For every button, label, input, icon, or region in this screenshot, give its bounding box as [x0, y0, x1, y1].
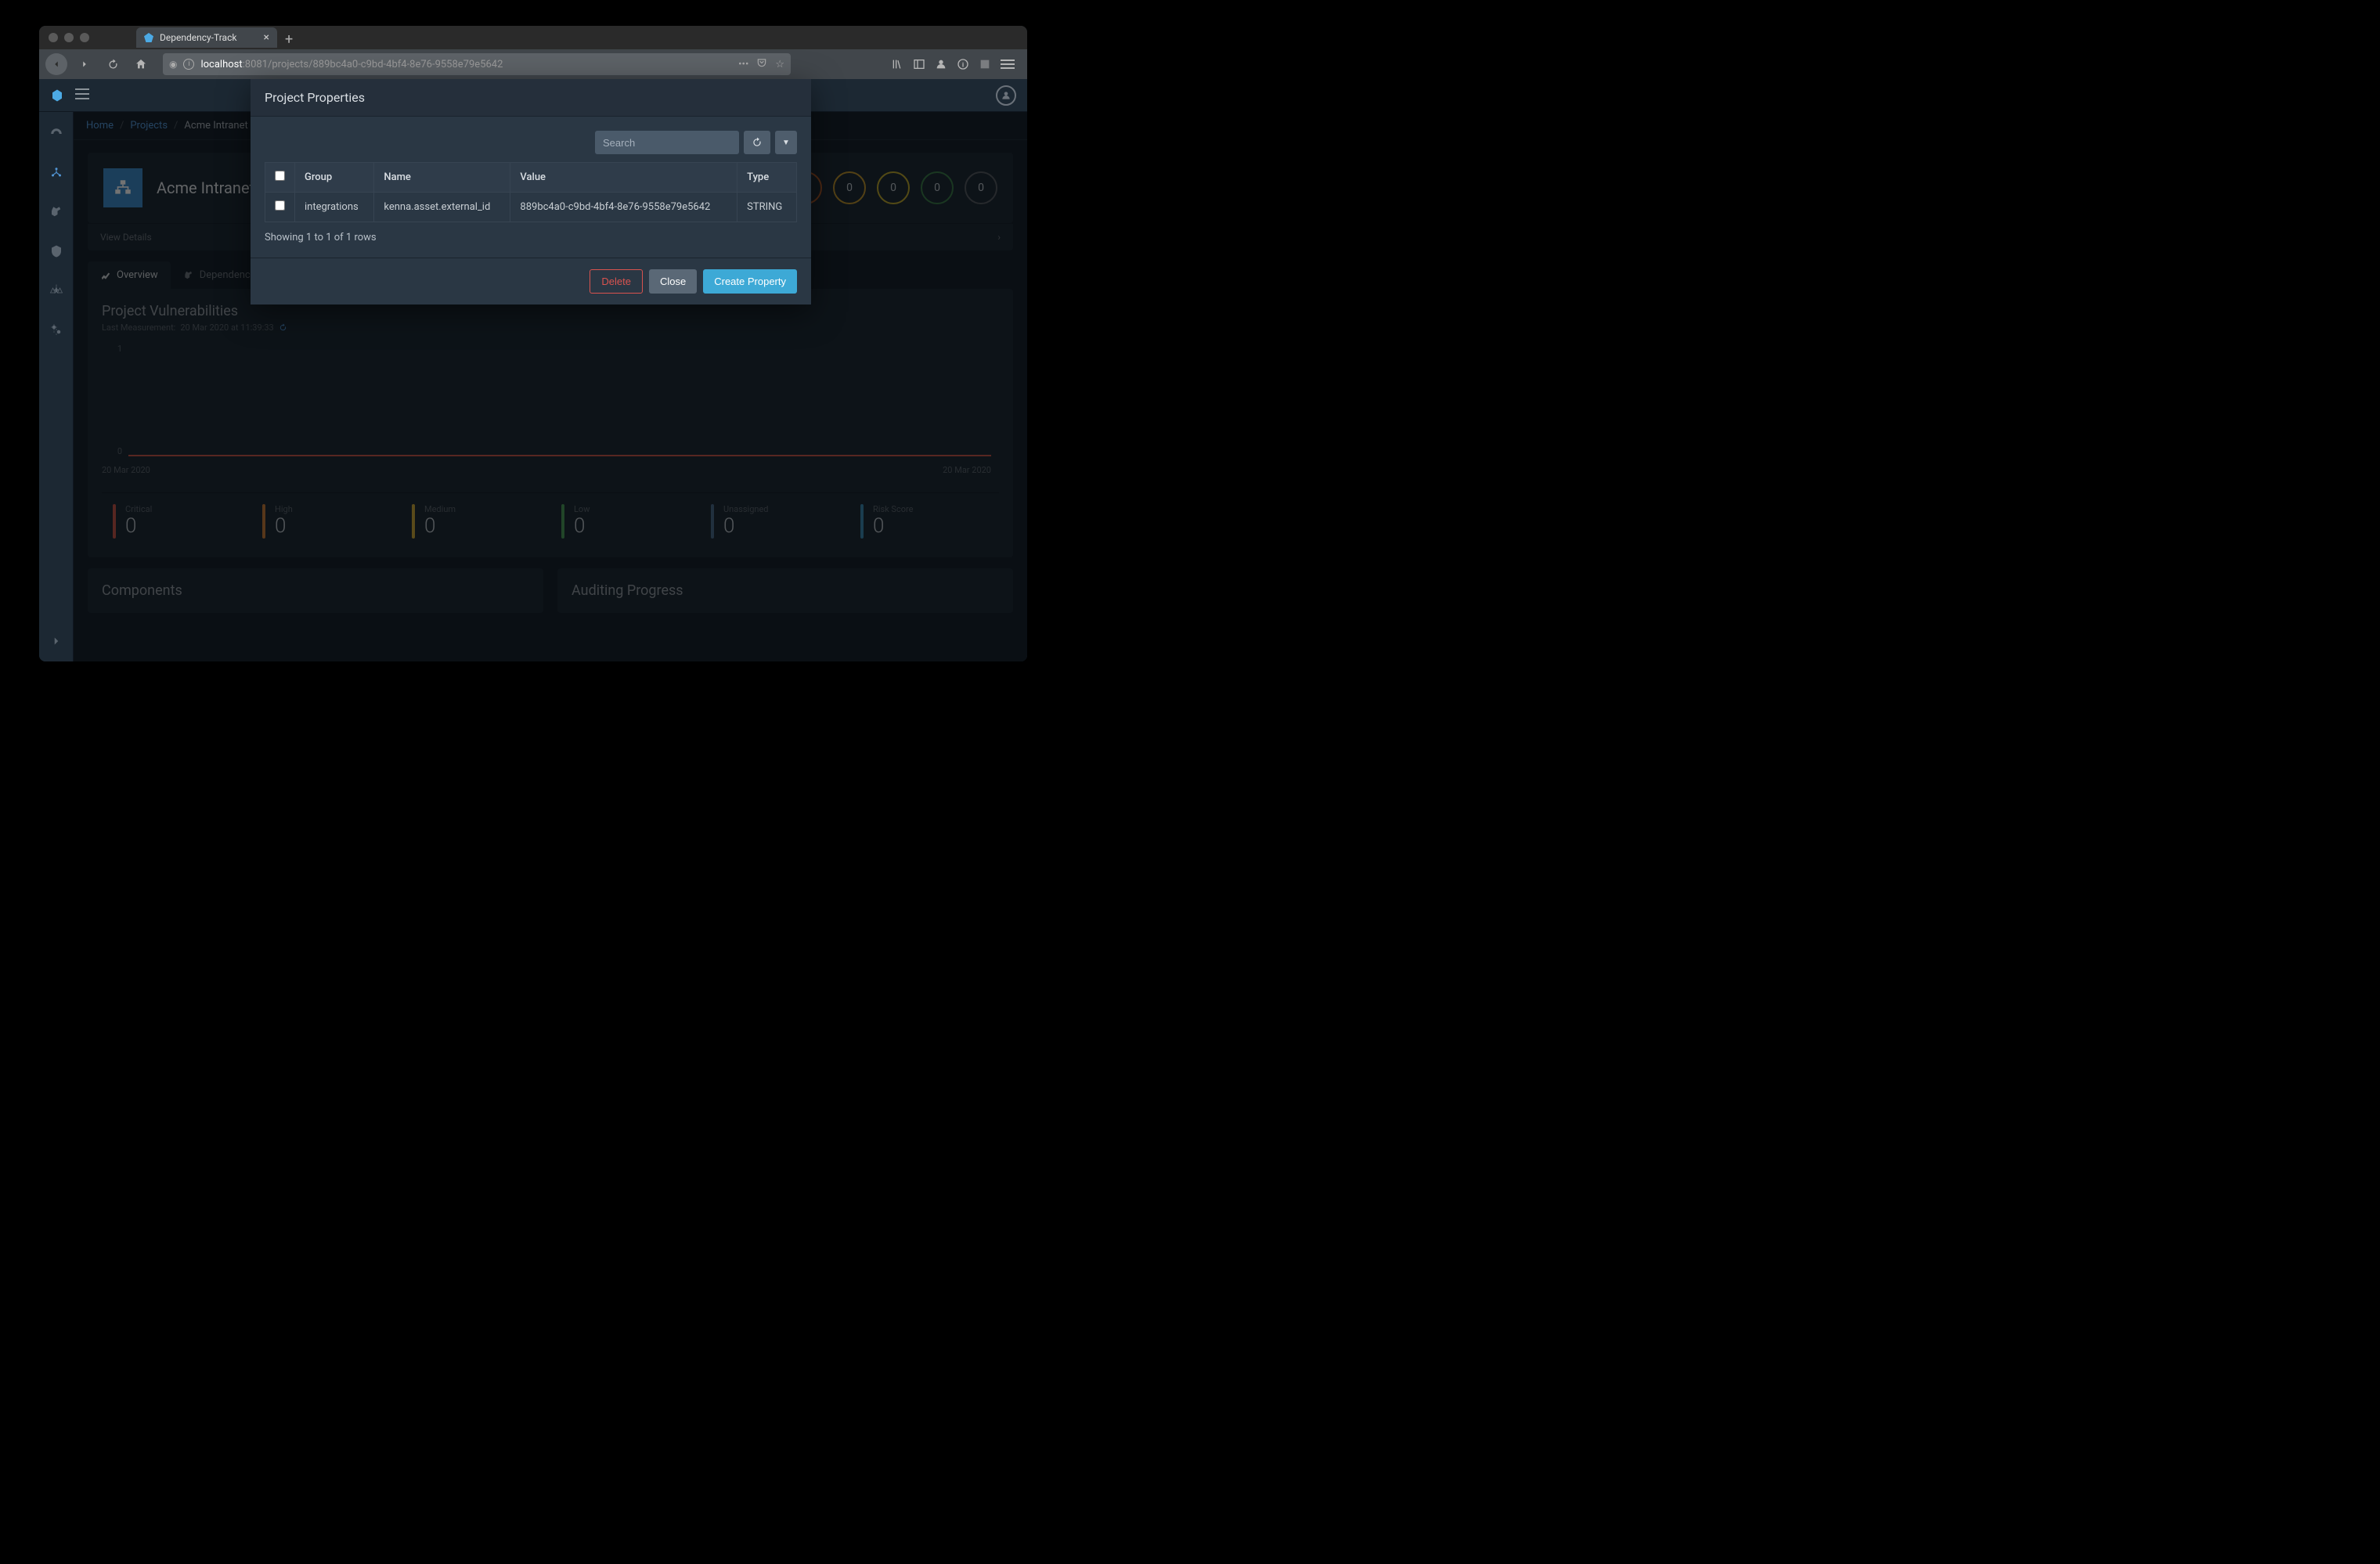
row-checkbox[interactable]	[275, 200, 285, 211]
app-menu-button[interactable]	[1001, 59, 1015, 69]
column-value[interactable]: Value	[510, 163, 737, 193]
column-type[interactable]: Type	[737, 163, 797, 193]
column-group[interactable]: Group	[295, 163, 374, 193]
nav-back-button[interactable]	[45, 53, 67, 75]
library-icon[interactable]	[891, 58, 903, 70]
table-row[interactable]: integrations kenna.asset.external_id 889…	[265, 193, 797, 222]
info-icon[interactable]: i	[957, 58, 969, 70]
tracking-shield-icon[interactable]: ◉	[169, 59, 177, 70]
nav-reload-button[interactable]	[102, 53, 124, 75]
sidebar-item-components[interactable]	[44, 200, 69, 225]
sidebar-item-projects[interactable]	[44, 160, 69, 186]
traffic-minimize[interactable]	[64, 33, 74, 42]
extension-icon[interactable]	[979, 58, 991, 70]
sidebar-item-vulnerabilities[interactable]	[44, 239, 69, 264]
sidebar-item-licenses[interactable]	[44, 278, 69, 303]
sidebar-icon[interactable]	[913, 58, 925, 70]
browser-tab[interactable]: Dependency-Track ×	[136, 27, 277, 48]
close-button[interactable]: Close	[649, 269, 697, 294]
favicon	[144, 33, 153, 42]
properties-table: Group Name Value Type integrations kenna…	[265, 162, 797, 222]
delete-button[interactable]: Delete	[590, 269, 643, 294]
url-text: localhost:8081/projects/889bc4a0-c9bd-4b…	[200, 59, 503, 70]
showing-text: Showing 1 to 1 of 1 rows	[265, 232, 797, 243]
search-input[interactable]	[595, 131, 739, 154]
table-options-button[interactable]: ▼	[775, 131, 797, 154]
nav-home-button[interactable]	[130, 53, 152, 75]
tab-close-icon[interactable]: ×	[264, 31, 269, 44]
select-all-checkbox[interactable]	[275, 171, 285, 181]
sidebar-toggle-icon[interactable]	[75, 87, 89, 103]
sidebar-item-admin[interactable]	[44, 317, 69, 342]
nav-forward-button[interactable]	[74, 53, 96, 75]
refresh-button[interactable]	[744, 131, 770, 154]
site-info-icon[interactable]: i	[183, 59, 194, 70]
bookmark-star-icon[interactable]: ☆	[775, 59, 784, 70]
account-icon[interactable]	[935, 58, 947, 70]
tab-title: Dependency-Track	[160, 32, 236, 43]
url-bar[interactable]: ◉ i localhost:8081/projects/889bc4a0-c9b…	[163, 53, 791, 75]
modal-title: Project Properties	[251, 79, 811, 117]
pocket-icon[interactable]	[756, 57, 767, 71]
user-avatar[interactable]	[996, 85, 1016, 106]
project-properties-modal: Project Properties ▼ Group Name Value Ty…	[251, 79, 811, 305]
traffic-zoom[interactable]	[80, 33, 89, 42]
sidebar-item-dashboard[interactable]	[44, 121, 69, 146]
new-tab-button[interactable]: +	[285, 31, 293, 48]
create-property-button[interactable]: Create Property	[703, 269, 797, 294]
app-logo	[50, 88, 64, 103]
sidebar-collapse-icon[interactable]	[44, 629, 69, 654]
traffic-close[interactable]	[49, 33, 58, 42]
svg-text:i: i	[962, 61, 964, 69]
url-more-icon[interactable]: •••	[738, 59, 748, 70]
column-name[interactable]: Name	[374, 163, 510, 193]
